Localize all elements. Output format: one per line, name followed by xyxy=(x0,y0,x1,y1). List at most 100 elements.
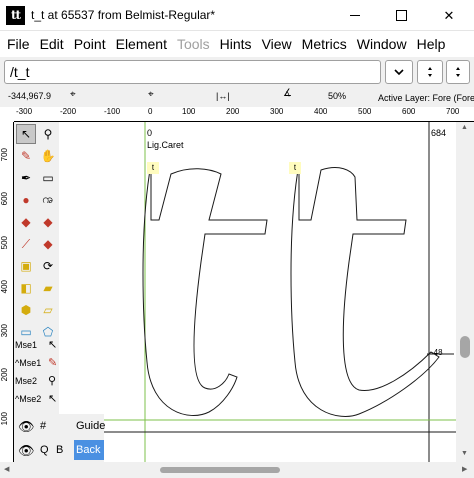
ruler-tick: 700 xyxy=(446,107,460,116)
ruler-tick: 700 xyxy=(0,148,9,162)
app-icon: tt xyxy=(6,6,25,25)
rotate-tool[interactable]: ⟳ xyxy=(38,256,58,276)
spiral-icon: ꩠ xyxy=(42,192,54,206)
close-button[interactable]: ✕ xyxy=(424,0,474,31)
pencil-icon: ✎ xyxy=(48,357,58,369)
pointer-tool[interactable]: ↖ xyxy=(16,124,36,144)
ruler-tick: 100 xyxy=(0,412,9,426)
layer-name[interactable]: Back xyxy=(74,440,104,460)
horizontal-scrollbar[interactable]: ◀ ▶ xyxy=(0,462,474,478)
scroll-up-icon[interactable]: ▲ xyxy=(461,124,468,131)
skew-tool[interactable]: ▰ xyxy=(38,278,58,298)
rotate-icon: ⟳ xyxy=(42,259,54,273)
ruler-tick: 100 xyxy=(182,107,196,116)
scale-icon: ▣ xyxy=(20,259,32,273)
menu-tools[interactable]: Tools xyxy=(172,31,215,57)
ctrl-mouse2-label: ^Mse2 xyxy=(15,394,42,404)
layers-panel: 👁 # Guide 👁 Q B Back xyxy=(14,414,105,462)
magnify-tool[interactable]: ⚲ xyxy=(38,124,58,144)
ruler-tick: 600 xyxy=(0,192,9,206)
anchor-label-1[interactable]: t xyxy=(147,162,159,174)
advance-width-label: 684 xyxy=(431,128,447,138)
3d-rotate-tool[interactable]: ⬢ xyxy=(16,300,36,320)
menu-metrics[interactable]: Metrics xyxy=(297,31,352,57)
vertical-scroll-thumb[interactable] xyxy=(460,336,470,358)
ruler-tick: -200 xyxy=(60,107,77,116)
menu-point[interactable]: Point xyxy=(69,31,111,57)
ruler-tick: 500 xyxy=(0,236,9,250)
curve-point-tool[interactable]: ● xyxy=(16,190,36,210)
corner-point-tool[interactable]: ◆ xyxy=(16,212,36,232)
magnifier-icon: ⚲ xyxy=(43,127,53,141)
scroll-tool[interactable]: ✋ xyxy=(38,146,58,166)
perspective-tool[interactable]: ▱ xyxy=(38,300,58,320)
knife-icon: ⟋ xyxy=(21,236,31,251)
glyph-canvas[interactable]: 0 Lig.Caret 684 t t -48 xyxy=(59,122,456,462)
title-bar: tt t_t at 65537 from Belmist-Regular* ✕ xyxy=(0,0,474,31)
second-t-outline xyxy=(290,163,440,417)
order-button[interactable] xyxy=(446,60,470,84)
magnifier-icon: ⚲ xyxy=(48,375,57,387)
menu-hints[interactable]: Hints xyxy=(215,31,257,57)
layer-row-guide[interactable]: 👁 # Guide xyxy=(14,414,105,438)
pointer-icon: ⌖ xyxy=(148,89,154,100)
horizontal-scroll-thumb[interactable] xyxy=(160,467,280,473)
ruler-corner xyxy=(0,107,14,122)
angle-icon: ∡ xyxy=(283,88,292,99)
tool-palette: ↖ ⚲ ✎ ✋ ✒ ▭ ● ꩠ ◆ ◆ ⟋ ◆ ▣ ⟳ ◧ ▰ ⬢ ▱ ▭ ⬠ xyxy=(14,122,59,339)
ruler-tick: 200 xyxy=(0,368,9,382)
maximize-button[interactable] xyxy=(378,0,424,31)
origin-icon: ⌖ xyxy=(70,89,76,100)
scroll-right-icon[interactable]: ▶ xyxy=(462,465,467,473)
mouse2-label: Mse2 xyxy=(15,376,38,386)
menu-help[interactable]: Help xyxy=(412,31,451,57)
corner-point-icon: ◆ xyxy=(21,215,31,229)
prev-next-button[interactable] xyxy=(417,60,443,84)
hvcurve-tool[interactable]: ◆ xyxy=(38,234,58,254)
layer-row-back[interactable]: 👁 Q B Back xyxy=(14,438,104,462)
flip-tool[interactable]: ◧ xyxy=(16,278,36,298)
freehand-tool[interactable]: ✎ xyxy=(16,146,36,166)
hv-curve-icon: ◆ xyxy=(43,237,53,251)
layer-name[interactable]: Guide xyxy=(74,416,105,436)
menu-view[interactable]: View xyxy=(257,31,297,57)
left-ruler: 700 600 500 400 300 200 100 xyxy=(0,122,14,462)
first-t-outline xyxy=(142,163,268,416)
ruler-tool[interactable]: ▭ xyxy=(38,168,58,188)
mouse-button-panel: Mse1 ↖ ^Mse1 ✎ Mse2 ⚲ ^Mse2 ↖ xyxy=(14,338,59,414)
vertical-scrollbar[interactable]: ▲ ▼ xyxy=(456,122,474,462)
top-ruler: -300 -200 -100 0 100 200 300 400 500 600… xyxy=(14,107,474,122)
up-down-icon xyxy=(456,67,460,77)
glyph-outline-drawing xyxy=(59,122,456,462)
pen-icon: ✒ xyxy=(20,171,32,185)
pentagon-icon: ⬠ xyxy=(42,325,54,339)
menu-edit[interactable]: Edit xyxy=(35,31,69,57)
spiro-tool[interactable]: ꩠ xyxy=(38,190,58,210)
origin-label: 0 xyxy=(147,128,153,138)
eye-icon[interactable]: 👁 xyxy=(18,443,35,459)
glyph-dropdown-button[interactable] xyxy=(385,60,413,84)
zoom-level: 50% xyxy=(328,91,347,101)
ruler-tick: 200 xyxy=(226,107,240,116)
ruler-tick: -300 xyxy=(16,107,33,116)
eye-icon[interactable]: 👁 xyxy=(18,419,35,435)
scroll-down-icon[interactable]: ▼ xyxy=(461,450,468,457)
menu-file[interactable]: File xyxy=(2,31,35,57)
curve-point-icon: ● xyxy=(22,193,30,207)
active-layer-label: Active Layer: Fore (Fore) xyxy=(378,93,474,103)
scroll-left-icon[interactable]: ◀ xyxy=(4,465,9,473)
kern-value-label: -48 xyxy=(431,348,443,357)
ruler-tick: 400 xyxy=(314,107,328,116)
menu-element[interactable]: Element xyxy=(111,31,172,57)
tangent-point-tool[interactable]: ◆ xyxy=(38,212,58,232)
ruler-icon: ▭ xyxy=(42,171,54,185)
minimize-button[interactable] xyxy=(332,0,378,31)
knife-tool[interactable]: ⟋ xyxy=(16,234,36,254)
scale-tool[interactable]: ▣ xyxy=(16,256,36,276)
pen-tool[interactable]: ✒ xyxy=(16,168,36,188)
ruler-tick: 400 xyxy=(0,280,9,294)
menu-window[interactable]: Window xyxy=(352,31,412,57)
anchor-label-2[interactable]: t xyxy=(289,162,301,174)
window-title: t_t at 65537 from Belmist-Regular* xyxy=(31,8,216,22)
glyph-name-input[interactable]: /t_t xyxy=(4,60,381,84)
